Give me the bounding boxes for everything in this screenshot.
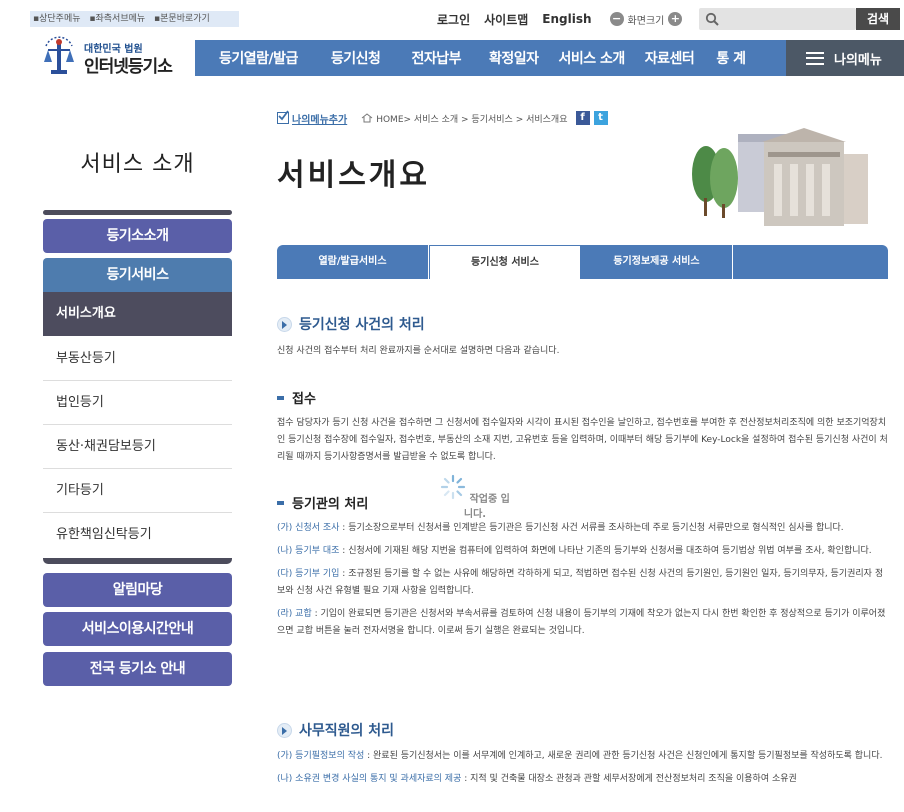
lnb-sub-real-estate[interactable]: 부동산등기 bbox=[43, 337, 232, 381]
breadcrumb: 나의메뉴추가 HOME> 서비스 소개 > 등기서비스 > 서비스개요 f t bbox=[277, 109, 608, 127]
lnb-item-registry-office-intro[interactable]: 등기소소개 bbox=[43, 219, 232, 253]
skip-link-left-menu[interactable]: ▪좌측서브메뉴 bbox=[89, 14, 145, 24]
font-increase-button[interactable]: + bbox=[668, 12, 683, 26]
checkbox-icon bbox=[277, 110, 289, 124]
hamburger-icon bbox=[806, 51, 824, 65]
gnb-item-service-intro[interactable]: 서비스 소개 bbox=[559, 48, 626, 68]
home-icon bbox=[361, 113, 373, 123]
gnb-item-application[interactable]: 등기신청 bbox=[331, 48, 381, 68]
lnb-item-notice[interactable]: 알림마당 bbox=[43, 573, 232, 607]
search-box bbox=[699, 8, 856, 30]
bullet-icon bbox=[277, 500, 284, 505]
list-item: (라) 교합 : 기입이 완료되면 등기관은 신청서와 부속서류를 검토하여 신… bbox=[277, 609, 886, 636]
gnb-item-data-center[interactable]: 자료센터 bbox=[645, 48, 695, 68]
section-processing: 등기신청 사건의 처리 신청 사건의 접수부터 처리 완료까지를 순서대로 설명… bbox=[277, 314, 888, 360]
subsection-heading: 등기관의 처리 bbox=[277, 493, 888, 512]
gnb-item-e-payment[interactable]: 전자납부 bbox=[411, 48, 461, 68]
list-item: (가) 등기필정보의 작성 : 완료된 등기신청서는 이를 서무계에 인계하고,… bbox=[277, 751, 883, 761]
service-tabs: 열람/발급서비스 등기신청 서비스 등기정보제공 서비스 bbox=[277, 245, 888, 279]
site-logo[interactable]: 대한민국 법원 인터넷등기소 bbox=[40, 34, 190, 78]
twitter-share-icon[interactable]: t bbox=[593, 111, 608, 125]
section-intro: 신청 사건의 접수부터 처리 완료까지를 순서대로 설명하면 다음과 같습니다. bbox=[277, 346, 560, 356]
tab-filler bbox=[733, 245, 888, 279]
list-item: (다) 등기부 기입 : 조규정된 등기를 할 수 없는 사유에 해당하면 각하… bbox=[277, 569, 884, 596]
reception-text: 접수 담당자가 등기 신청 사건을 접수하면 그 신청서에 접수일자와 시각이 … bbox=[277, 418, 888, 462]
font-decrease-button[interactable]: − bbox=[609, 12, 624, 26]
list-item: (가) 신청서 조사 : 등기소장으로부터 신청서를 인계받은 등기관은 등기신… bbox=[277, 523, 844, 533]
arrow-circle-icon bbox=[277, 722, 292, 738]
skip-link-top-menu[interactable]: ▪상단주메뉴 bbox=[33, 14, 81, 24]
section-heading: 등기신청 사건의 처리 bbox=[277, 314, 888, 334]
page-title: 서비스개요 bbox=[277, 158, 430, 193]
search-button[interactable]: 검색 bbox=[856, 8, 900, 30]
login-link[interactable]: 로그인 bbox=[437, 11, 470, 28]
list-item: (나) 소유권 변경 사실의 통지 및 과세자료의 제공 : 지적 및 건축물 … bbox=[277, 774, 797, 784]
main-navigation: 등기열람/발급 등기신청 전자납부 확정일자 서비스 소개 자료센터 통 계 bbox=[195, 40, 786, 76]
section-heading: 사무직원의 처리 bbox=[277, 720, 888, 740]
font-size-control: − 화면크기 + bbox=[606, 12, 687, 27]
tab-view-issue-service[interactable]: 열람/발급서비스 bbox=[277, 245, 429, 279]
lnb-item-service-hours[interactable]: 서비스이용시간안내 bbox=[43, 612, 232, 646]
font-size-label: 화면크기 bbox=[627, 15, 665, 27]
section-heading-text: 사무직원의 처리 bbox=[299, 723, 395, 739]
my-menu-label: 나의메뉴 bbox=[834, 52, 882, 68]
tab-info-provision-service[interactable]: 등기정보제공 서비스 bbox=[581, 245, 733, 279]
lnb-title: 서비스 소개 bbox=[80, 152, 195, 177]
search-icon bbox=[705, 12, 719, 26]
lnb-sub-movable-property[interactable]: 동산·채권담보등기 bbox=[43, 425, 232, 469]
section-reception: 접수 접수 담당자가 등기 신청 사건을 접수하면 그 신청서에 접수일자와 시… bbox=[277, 388, 888, 466]
subsection-heading: 접수 bbox=[277, 388, 888, 407]
arrow-circle-icon bbox=[277, 316, 292, 332]
facebook-share-icon[interactable]: f bbox=[575, 111, 590, 125]
add-my-menu-label: 나의메뉴추가 bbox=[292, 114, 348, 126]
logo-title: 인터넷등기소 bbox=[84, 57, 173, 77]
skip-link-content[interactable]: ▪본문바로가기 bbox=[154, 14, 210, 24]
search-input[interactable] bbox=[725, 10, 850, 28]
lnb-sub-limited-trust[interactable]: 유한책임신탁등기 bbox=[43, 513, 232, 557]
lnb-top-divider bbox=[43, 210, 232, 215]
loading-text: 작업중 입니다. bbox=[463, 494, 510, 520]
list-item: (나) 등기부 대조 : 신청서에 기재된 해당 지번을 컴퓨터에 입력하여 화… bbox=[277, 546, 872, 556]
lnb-sub-corporate[interactable]: 법인등기 bbox=[43, 381, 232, 425]
breadcrumb-path: HOME> 서비스 소개 > 등기서비스 > 서비스개요 bbox=[376, 114, 568, 125]
bullet-icon bbox=[277, 395, 284, 400]
gnb-item-statistics[interactable]: 통 계 bbox=[716, 48, 746, 68]
lnb-sub-service-overview[interactable]: 서비스개요 bbox=[43, 292, 232, 336]
skip-navigation: ▪상단주메뉴 ▪좌측서브메뉴 ▪본문바로가기 bbox=[30, 11, 239, 27]
gnb-item-fixed-date[interactable]: 확정일자 bbox=[489, 48, 539, 68]
lnb-item-office-guide[interactable]: 전국 등기소 안내 bbox=[43, 652, 232, 686]
lnb-item-registry-services[interactable]: 등기서비스 bbox=[43, 258, 232, 292]
section-registrar: 등기관의 처리 (가) 신청서 조사 : 등기소장으로부터 신청서를 인계받은 … bbox=[277, 493, 888, 640]
loading-spinner-icon bbox=[441, 474, 466, 500]
section-staff: 사무직원의 처리 (가) 등기필정보의 작성 : 완료된 등기신청서는 이를 서… bbox=[277, 720, 888, 788]
add-my-menu-link[interactable]: 나의메뉴추가 bbox=[277, 110, 348, 126]
english-link[interactable]: English bbox=[542, 12, 591, 26]
loading-indicator: 작업중 입니다. bbox=[440, 474, 510, 520]
gnb-item-view-issue[interactable]: 등기열람/발급 bbox=[219, 48, 298, 68]
subsection-heading-text: 등기관의 처리 bbox=[292, 497, 369, 512]
subsection-heading-text: 접수 bbox=[292, 392, 316, 407]
utility-links: 로그인 사이트맵 English − 화면크기 + bbox=[437, 10, 686, 28]
court-emblem-icon bbox=[44, 36, 74, 74]
my-menu-button[interactable]: 나의메뉴 bbox=[786, 40, 904, 76]
lnb-section-end bbox=[43, 558, 232, 564]
building-illustration bbox=[692, 128, 868, 226]
sitemap-link[interactable]: 사이트맵 bbox=[484, 11, 528, 28]
tab-application-service[interactable]: 등기신청 서비스 bbox=[429, 245, 581, 279]
section-heading-text: 등기신청 사건의 처리 bbox=[299, 317, 425, 333]
lnb-sub-other[interactable]: 기타등기 bbox=[43, 469, 232, 513]
